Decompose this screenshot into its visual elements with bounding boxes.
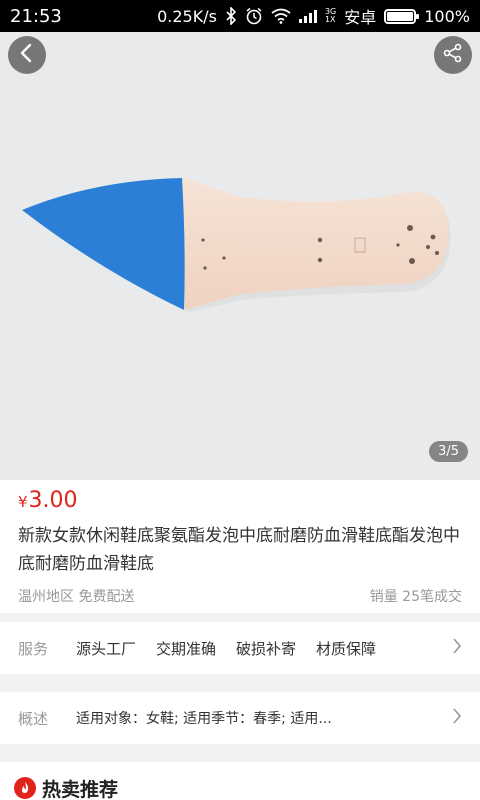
sales-count: 销量 25笔成交: [369, 589, 462, 605]
service-tags: 源头工厂 交期准确 破损补寄 材质保障: [76, 638, 376, 659]
product-image-gallery[interactable]: 3/5: [0, 32, 480, 480]
service-label: 服务: [18, 639, 49, 658]
shipping-info: 温州地区 免费配送: [18, 586, 134, 606]
product-title: 新款女款休闲鞋底聚氨酯发泡中底耐磨防血滑鞋底酯发泡中底耐磨防血滑鞋底: [18, 526, 460, 574]
chevron-right-icon: [452, 637, 462, 659]
status-time: 21:53: [10, 5, 62, 27]
back-arrow-icon: [19, 43, 35, 67]
chevron-right-icon: [452, 707, 462, 729]
hot-recommendation-section: 热卖推荐: [0, 762, 480, 800]
wifi-icon: [271, 8, 291, 24]
fire-icon: [14, 777, 36, 799]
service-tag: 交期准确: [156, 639, 217, 658]
product-meta: 温州地区 免费配送 销量 25笔成交: [18, 586, 462, 606]
share-icon: [443, 43, 463, 67]
network-type: 3G 1X: [325, 8, 336, 24]
product-photo-insole: [22, 177, 451, 312]
currency-symbol: ¥: [18, 493, 28, 511]
status-right: 0.25K/s 3G 1X 安卓 100%: [157, 4, 470, 28]
hot-section-title: 热卖推荐: [42, 778, 119, 800]
network-type-bottom: 1X: [324, 15, 336, 24]
overview-row[interactable]: 概述 适用对象：女鞋; 适用季节：春季; 适用...: [0, 692, 480, 744]
service-tag: 源头工厂: [76, 639, 137, 658]
product-info: ¥ 3.00 新款女款休闲鞋底聚氨酯发泡中底耐磨防血滑鞋底酯发泡中底耐磨防血滑鞋…: [0, 480, 480, 613]
price-value: 3.00: [28, 488, 78, 513]
share-button[interactable]: [434, 36, 472, 74]
signal-icon: [298, 9, 321, 23]
alarm-clock-icon: [245, 7, 263, 25]
status-bar: 21:53 0.25K/s 3G 1X 安卓 100%: [0, 0, 480, 32]
back-button[interactable]: [8, 36, 46, 74]
service-tag: 破损补寄: [236, 639, 297, 658]
service-tag: 材质保障: [316, 639, 377, 658]
bluetooth-icon: [225, 7, 237, 25]
product-price: ¥ 3.00: [18, 488, 462, 518]
image-pager-indicator: 3/5: [429, 441, 468, 462]
battery-icon: [384, 8, 420, 24]
service-row[interactable]: 服务 源头工厂 交期准确 破损补寄 材质保障: [0, 622, 480, 674]
network-speed: 0.25K/s: [157, 6, 217, 26]
overview-text: 适用对象：女鞋; 适用季节：春季; 适用...: [76, 711, 332, 727]
location: 温州地区: [18, 589, 74, 605]
overview-label: 概述: [18, 709, 49, 728]
carrier-name: 安卓: [344, 8, 377, 27]
battery-fill: [387, 11, 414, 21]
battery-percent: 100%: [424, 6, 470, 26]
shipping: 免费配送: [78, 589, 135, 605]
